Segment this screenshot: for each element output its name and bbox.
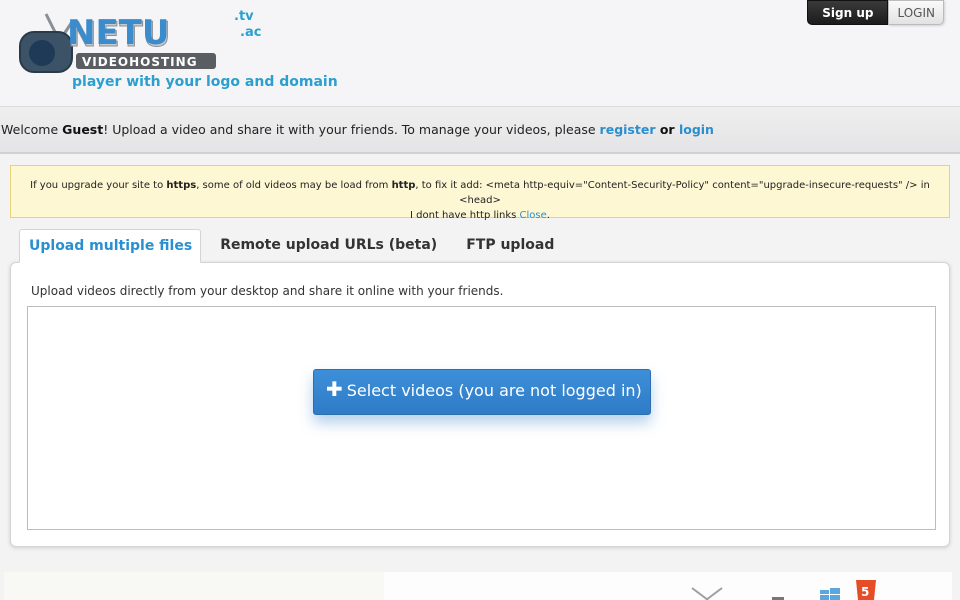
select-videos-button[interactable]: ✚ Select videos (you are not logged in) [313,369,651,415]
welcome-user: Guest [62,122,104,137]
upload-intro: Upload videos directly from your desktop… [31,284,504,298]
notice-https: https [166,180,197,191]
netu-logo[interactable]: NETU NETU VIDEOHOSTING [16,10,266,80]
x-icon [691,587,723,600]
tab-remote-upload[interactable]: Remote upload URLs (beta) [210,229,447,263]
windows-icon [820,588,840,600]
notice-close-link[interactable]: Close [520,210,547,221]
notice-text-2: , some of old videos may be load from [196,180,392,191]
upload-dropzone[interactable]: ✚ Select videos (you are not logged in) [27,306,936,530]
upload-tabs: Upload multiple files Remote upload URLs… [19,229,573,263]
domain-tv: .tv [234,9,254,24]
footer-logos: 5 [384,572,952,600]
site-header: NETU NETU VIDEOHOSTING .tv .ac player wi… [0,0,960,106]
welcome-prefix: Welcome [1,122,63,137]
domain-ac: .ac [240,25,262,40]
select-videos-label: Select videos (you are not logged in) [346,381,642,400]
notice-line-2: I dont have http links Close. [11,208,949,223]
notice-http: http [391,180,416,191]
svg-text:5: 5 [861,585,869,599]
upload-panel: Upload videos directly from your desktop… [10,262,950,547]
logo-text-front: NETU [67,13,169,53]
welcome-bar: Welcome Guest! Upload a video and share … [0,106,960,154]
login-button[interactable]: LOGIN [888,0,944,25]
notice-text-1: If you upgrade your site to [30,180,167,191]
notice-text-3: , to fix it add: <meta http-equiv="Conte… [415,180,930,206]
tab-ftp-upload[interactable]: FTP upload [456,229,564,263]
html5-icon: 5 [856,580,876,600]
notice-line-1: If you upgrade your site to https, some … [11,178,949,208]
welcome-text: ! Upload a video and share it with your … [103,122,600,137]
welcome-or: or [655,122,679,137]
register-link[interactable]: register [600,122,656,137]
signup-button[interactable]: Sign up [807,0,889,25]
notice-period: . [546,210,550,221]
plus-icon: ✚ [326,377,343,401]
logo-subtext: VIDEOHOSTING [82,55,198,69]
login-link[interactable]: login [679,122,714,137]
notice-text-4: I dont have http links [410,210,520,221]
auth-buttons: Sign up LOGIN [807,0,944,25]
tagline: player with your logo and domain [72,74,338,90]
https-notice: If you upgrade your site to https, some … [10,165,950,221]
tab-upload-multiple[interactable]: Upload multiple files [19,229,202,263]
